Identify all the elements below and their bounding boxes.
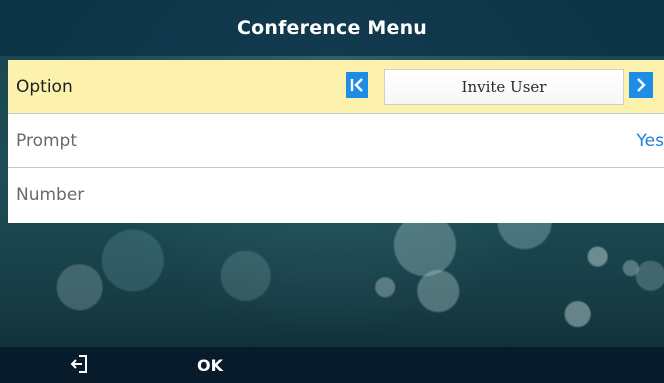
prompt-label: Prompt [16,130,77,151]
ok-label: OK [197,356,223,375]
option-row[interactable]: Option Invite User [8,60,664,114]
first-arrow-icon[interactable] [346,72,368,98]
ok-softkey[interactable]: OK [160,347,260,383]
page-title-text: Conference Menu [236,17,428,39]
conference-menu-list: Option Invite User Prompt Yes Number [8,60,664,223]
option-selector[interactable]: Invite User [384,69,624,105]
option-selector-value: Invite User [461,78,547,96]
number-label: Number [16,185,85,205]
number-row[interactable]: Number [8,168,664,222]
prompt-value: Yes [636,130,664,151]
phone-screen: Conference Menu Option Invite User Promp… [0,0,664,383]
option-label: Option [16,76,73,97]
page-title: Conference Menu [0,0,664,56]
softkey-bar: OK [0,346,664,383]
prompt-row[interactable]: Prompt Yes [8,114,664,168]
next-arrow-icon[interactable] [629,72,653,98]
exit-icon [69,353,91,379]
back-softkey[interactable] [0,347,160,383]
